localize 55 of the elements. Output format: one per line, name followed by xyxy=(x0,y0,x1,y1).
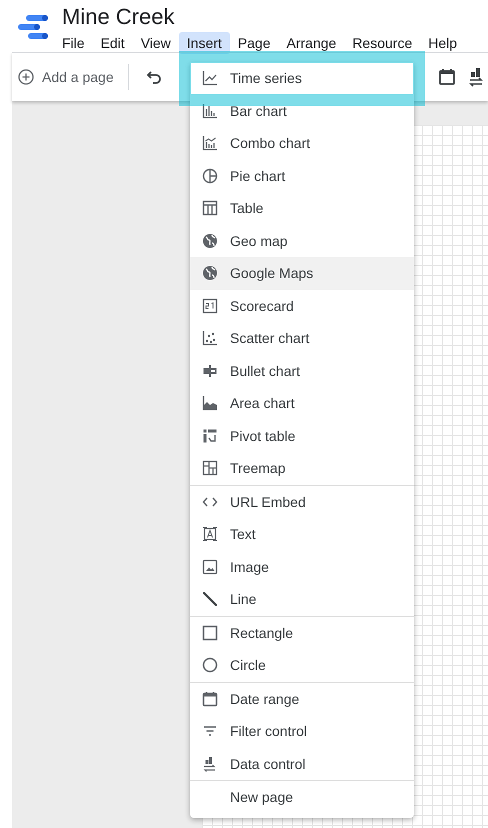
menu-item[interactable]: Scorecard xyxy=(190,290,414,322)
menu-item[interactable]: Rectangle xyxy=(190,616,414,649)
menu-bar-item[interactable]: View xyxy=(132,32,179,54)
menu-bar-item[interactable]: Arrange xyxy=(278,32,344,54)
menu-item[interactable]: Data control xyxy=(190,748,414,780)
menu-item[interactable]: Geo map xyxy=(190,224,414,257)
menu-item[interactable]: Pie chart xyxy=(190,160,414,192)
combo-chart-icon xyxy=(202,135,218,152)
menu-item[interactable]: Combo chart xyxy=(190,127,414,160)
pie-chart-icon xyxy=(202,168,218,184)
data-control-icon[interactable] xyxy=(468,67,484,87)
add-page-button[interactable]: Add a page xyxy=(12,65,120,89)
menu-bar-item[interactable]: Help xyxy=(420,32,466,54)
menu-item[interactable]: Time series xyxy=(190,62,414,94)
add-circle-icon xyxy=(18,69,34,85)
menu-item[interactable]: Pivot table xyxy=(190,420,414,452)
menu-item[interactable]: Scatter chart xyxy=(190,322,414,354)
menu-bar-item[interactable]: Edit xyxy=(92,32,133,54)
menu-item[interactable]: Treemap xyxy=(190,452,414,484)
menu-item[interactable]: Circle xyxy=(190,649,414,682)
menu-bar-item[interactable]: Resource xyxy=(344,32,420,54)
menu-item[interactable]: Image xyxy=(190,550,414,583)
menu-item[interactable]: Area chart xyxy=(190,387,414,420)
report-title[interactable]: Mine Creek xyxy=(62,4,174,30)
data-control-icon xyxy=(202,756,218,772)
menu-item[interactable]: URL Embed xyxy=(190,486,414,518)
treemap-icon xyxy=(202,460,218,476)
menu-item[interactable]: Table xyxy=(190,192,414,224)
table-icon xyxy=(202,200,218,216)
text-box-icon xyxy=(202,526,218,542)
calendar-icon xyxy=(202,690,218,707)
menu-item[interactable]: Filter control xyxy=(190,715,414,748)
menu-item[interactable]: Google Maps xyxy=(190,257,414,290)
area-chart-icon xyxy=(202,395,218,412)
globe-icon xyxy=(202,232,218,249)
menu-bar-item[interactable]: File xyxy=(54,32,93,54)
square-icon xyxy=(202,624,218,641)
pivot-table-icon xyxy=(202,428,218,444)
scatter-chart-icon xyxy=(202,330,218,346)
menu-bar-item[interactable]: Insert xyxy=(178,32,230,54)
menu-item[interactable]: Date range xyxy=(190,682,414,715)
circle-icon xyxy=(202,657,218,674)
logo-icon xyxy=(18,13,50,41)
scorecard-icon xyxy=(202,298,218,314)
menu-item[interactable]: New page xyxy=(190,781,414,814)
globe-icon xyxy=(202,265,218,282)
calendar-icon[interactable] xyxy=(438,68,456,86)
menu-item[interactable]: Text xyxy=(190,518,414,550)
menu-item[interactable]: Bullet chart xyxy=(190,354,414,387)
bullet-chart-icon xyxy=(202,362,218,379)
image-icon xyxy=(202,558,218,575)
menu-item[interactable]: Line xyxy=(190,583,414,616)
diagonal-line-icon xyxy=(202,591,218,608)
menu-bar-item[interactable]: Page xyxy=(230,32,278,54)
line-chart-icon xyxy=(202,70,218,86)
